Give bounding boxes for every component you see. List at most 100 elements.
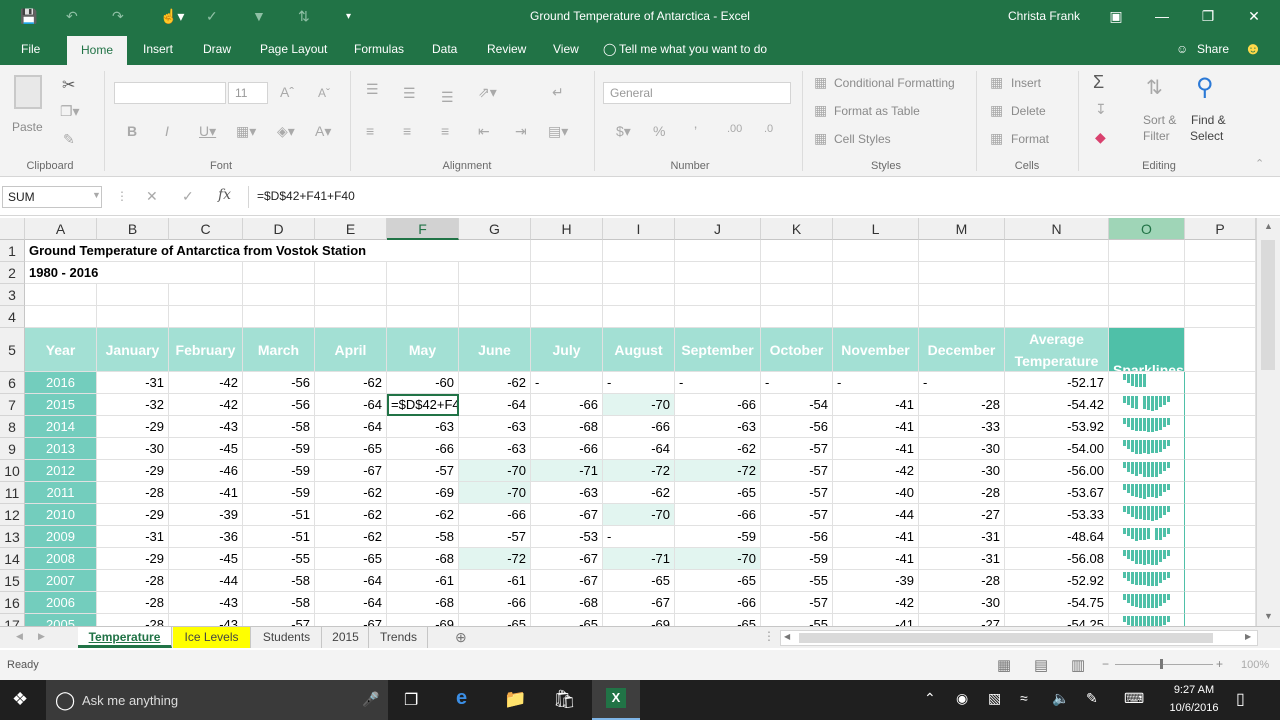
minimize-icon[interactable]: — [1140,4,1184,28]
cell-2009-august[interactable]: - [603,526,675,548]
cell-2010-may[interactable]: -62 [387,504,459,526]
header-october[interactable]: October [761,328,833,372]
filter-label[interactable]: Filter [1143,129,1170,143]
empty-cell[interactable] [603,240,675,262]
cell-2010-july[interactable]: -67 [531,504,603,526]
align-center-icon[interactable]: ≡ [403,123,411,139]
cell-2008-february[interactable]: -45 [169,548,243,570]
tab-split-icon[interactable]: ⋮ [763,629,775,643]
header-december[interactable]: December [919,328,1005,372]
tab-view[interactable]: View [553,42,579,56]
cell-2008-march[interactable]: -55 [243,548,315,570]
prev-sheet-icon[interactable]: ◀ [16,631,23,642]
cell-2011-january[interactable]: -28 [97,482,169,504]
cell-2005-march[interactable]: -57 [243,614,315,626]
cell-2007-october[interactable]: -55 [761,570,833,592]
select-label[interactable]: Select [1190,129,1223,143]
column-header-c[interactable]: C [169,218,243,240]
cell-2012-february[interactable]: -46 [169,460,243,482]
sparkline-2014[interactable] [1109,416,1185,438]
tray-chevron-icon[interactable]: ⌃ [924,690,936,707]
excel-taskbar-button[interactable]: X [592,680,640,720]
row-header-17[interactable]: 17 [0,614,25,626]
empty-cell[interactable] [603,284,675,306]
column-header-d[interactable]: D [243,218,315,240]
empty-cell[interactable] [675,240,761,262]
cell-2006-january[interactable]: -28 [97,592,169,614]
cell-2007-december[interactable]: -28 [919,570,1005,592]
cell-2016-november[interactable]: - [833,372,919,394]
cell-2013-june[interactable]: -63 [459,438,531,460]
scroll-up-icon[interactable]: ▲ [1264,221,1273,231]
wifi-icon[interactable]: ≈ [1020,690,1028,706]
empty-cell[interactable] [25,306,97,328]
cell-2008-april[interactable]: -65 [315,548,387,570]
cell-2014-july[interactable]: -68 [531,416,603,438]
paste-icon[interactable] [14,75,42,109]
row-header-5[interactable]: 5 [0,328,25,372]
sheet-tab-2015[interactable]: 2015 [323,627,369,648]
row-header-16[interactable]: 16 [0,592,25,614]
clear-icon[interactable]: ◆ [1095,129,1106,146]
empty-cell[interactable] [531,262,603,284]
number-format-combo[interactable]: General [603,82,791,104]
sheet-tab-ice-levels[interactable]: Ice Levels [173,627,251,648]
cell-2011-july[interactable]: -63 [531,482,603,504]
sparkline-2011[interactable] [1109,482,1185,504]
copy-icon[interactable]: ❐▾ [60,103,80,120]
header-average-temperature[interactable]: Average Temperature [1005,328,1109,372]
cell-2009-april[interactable]: -62 [315,526,387,548]
cell-2013-march[interactable]: -59 [243,438,315,460]
empty-cell[interactable] [1185,372,1256,394]
empty-cell[interactable] [761,240,833,262]
align-left-icon[interactable]: ≡ [366,123,374,139]
cell-2010-september[interactable]: -66 [675,504,761,526]
cell-2015-october[interactable]: -54 [761,394,833,416]
cell-2014-april[interactable]: -64 [315,416,387,438]
empty-cell[interactable] [1185,526,1256,548]
cell-2014-august[interactable]: -66 [603,416,675,438]
column-header-f[interactable]: F [387,218,459,240]
cell-2013-november[interactable]: -41 [833,438,919,460]
header-may[interactable]: May [387,328,459,372]
cell-2008-august[interactable]: -71 [603,548,675,570]
cell-2016-january[interactable]: -31 [97,372,169,394]
scroll-left-icon[interactable]: ◀ [784,632,790,641]
cell-2013-july[interactable]: -66 [531,438,603,460]
empty-cell[interactable] [531,240,603,262]
sparkline-2008[interactable] [1109,548,1185,570]
cell-2005-august[interactable]: -69 [603,614,675,626]
sparkline-2016[interactable] [1109,372,1185,394]
cell-2016-april[interactable]: -62 [315,372,387,394]
page-layout-view-icon[interactable]: ▤ [1034,656,1048,674]
empty-cell[interactable] [1185,460,1256,482]
scroll-right-icon[interactable]: ▶ [1245,632,1251,641]
cell-2005-october[interactable]: -55 [761,614,833,626]
normal-view-icon[interactable]: ▦ [997,656,1011,674]
column-header-g[interactable]: G [459,218,531,240]
cell-2006-july[interactable]: -68 [531,592,603,614]
row-header-15[interactable]: 15 [0,570,25,592]
file-explorer-icon[interactable]: 📁 [504,689,526,710]
cell-2007-april[interactable]: -64 [315,570,387,592]
tab-data[interactable]: Data [432,42,457,56]
select-all-corner[interactable] [0,218,25,240]
empty-cell[interactable] [1109,306,1185,328]
header-august[interactable]: August [603,328,675,372]
zoom-level[interactable]: 100% [1241,659,1269,671]
vertical-scroll-thumb[interactable] [1261,240,1275,370]
empty-cell[interactable] [243,306,315,328]
cell-2005-april[interactable]: -67 [315,614,387,626]
cell-2005-june[interactable]: -65 [459,614,531,626]
cell-2015-february[interactable]: -42 [169,394,243,416]
font-name-combo[interactable] [114,82,226,104]
cell-2006-may[interactable]: -68 [387,592,459,614]
cell-2014-october[interactable]: -56 [761,416,833,438]
empty-cell[interactable] [531,284,603,306]
cell-2008-december[interactable]: -31 [919,548,1005,570]
empty-cell[interactable] [1185,570,1256,592]
column-header-p[interactable]: P [1185,218,1256,240]
cell-2006-august[interactable]: -67 [603,592,675,614]
vertical-scrollbar[interactable]: ▲ ▼ [1256,218,1280,626]
header-july[interactable]: July [531,328,603,372]
